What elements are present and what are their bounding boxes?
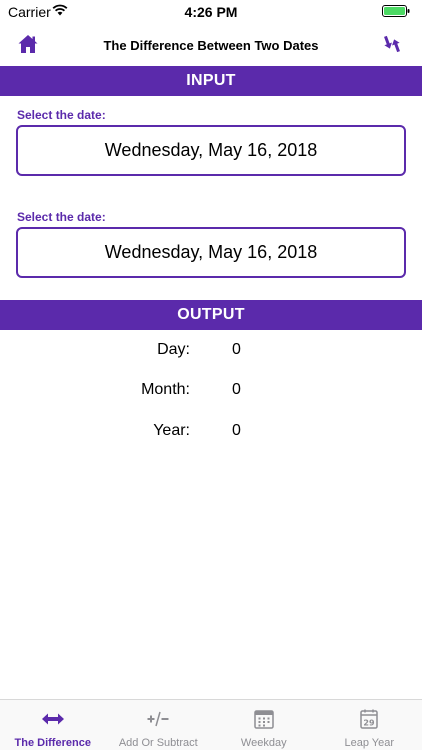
tab-bar: The Difference Add Or Subtract Weekday 2… — [0, 699, 422, 750]
swap-icon[interactable] — [380, 32, 404, 56]
navigation-bar: The Difference Between Two Dates — [0, 22, 422, 66]
tab-label: The Difference — [14, 737, 91, 749]
clock-text: 4:26 PM — [184, 4, 238, 20]
home-icon[interactable] — [17, 33, 39, 55]
second-date-field[interactable]: Wednesday, May 16, 2018 — [16, 227, 406, 278]
page-title: The Difference Between Two Dates — [103, 38, 319, 53]
tab-label: Leap Year — [344, 737, 395, 749]
month-label: Month: — [141, 381, 190, 398]
year-label: Year: — [153, 422, 190, 439]
input-section-header: INPUT — [0, 66, 422, 96]
status-bar: Carrier 4:26 PM — [0, 0, 422, 22]
svg-text:29: 29 — [364, 719, 376, 728]
battery-icon — [382, 5, 410, 17]
arrows-horizontal-icon — [41, 713, 64, 725]
year-value: 0 — [232, 422, 241, 439]
month-value: 0 — [232, 381, 241, 398]
second-date-label: Select the date: — [17, 210, 106, 224]
calendar-icon — [254, 710, 274, 729]
tab-add-or-subtract[interactable]: Add Or Subtract — [106, 700, 212, 750]
tab-weekday[interactable]: Weekday — [211, 700, 317, 750]
first-date-field[interactable]: Wednesday, May 16, 2018 — [16, 125, 406, 176]
first-date-label: Select the date: — [17, 108, 106, 122]
tab-label: Add Or Subtract — [118, 737, 198, 749]
tab-leap-year[interactable]: 29 Leap Year — [317, 700, 422, 750]
tab-label: Weekday — [240, 737, 287, 749]
plus-minus-icon — [147, 711, 169, 727]
output-section-header: OUTPUT — [0, 300, 422, 330]
day-label: Day: — [157, 341, 190, 358]
tab-the-difference[interactable]: The Difference — [0, 700, 106, 750]
calendar-29-icon: 29 — [360, 709, 378, 729]
day-value: 0 — [232, 341, 241, 358]
